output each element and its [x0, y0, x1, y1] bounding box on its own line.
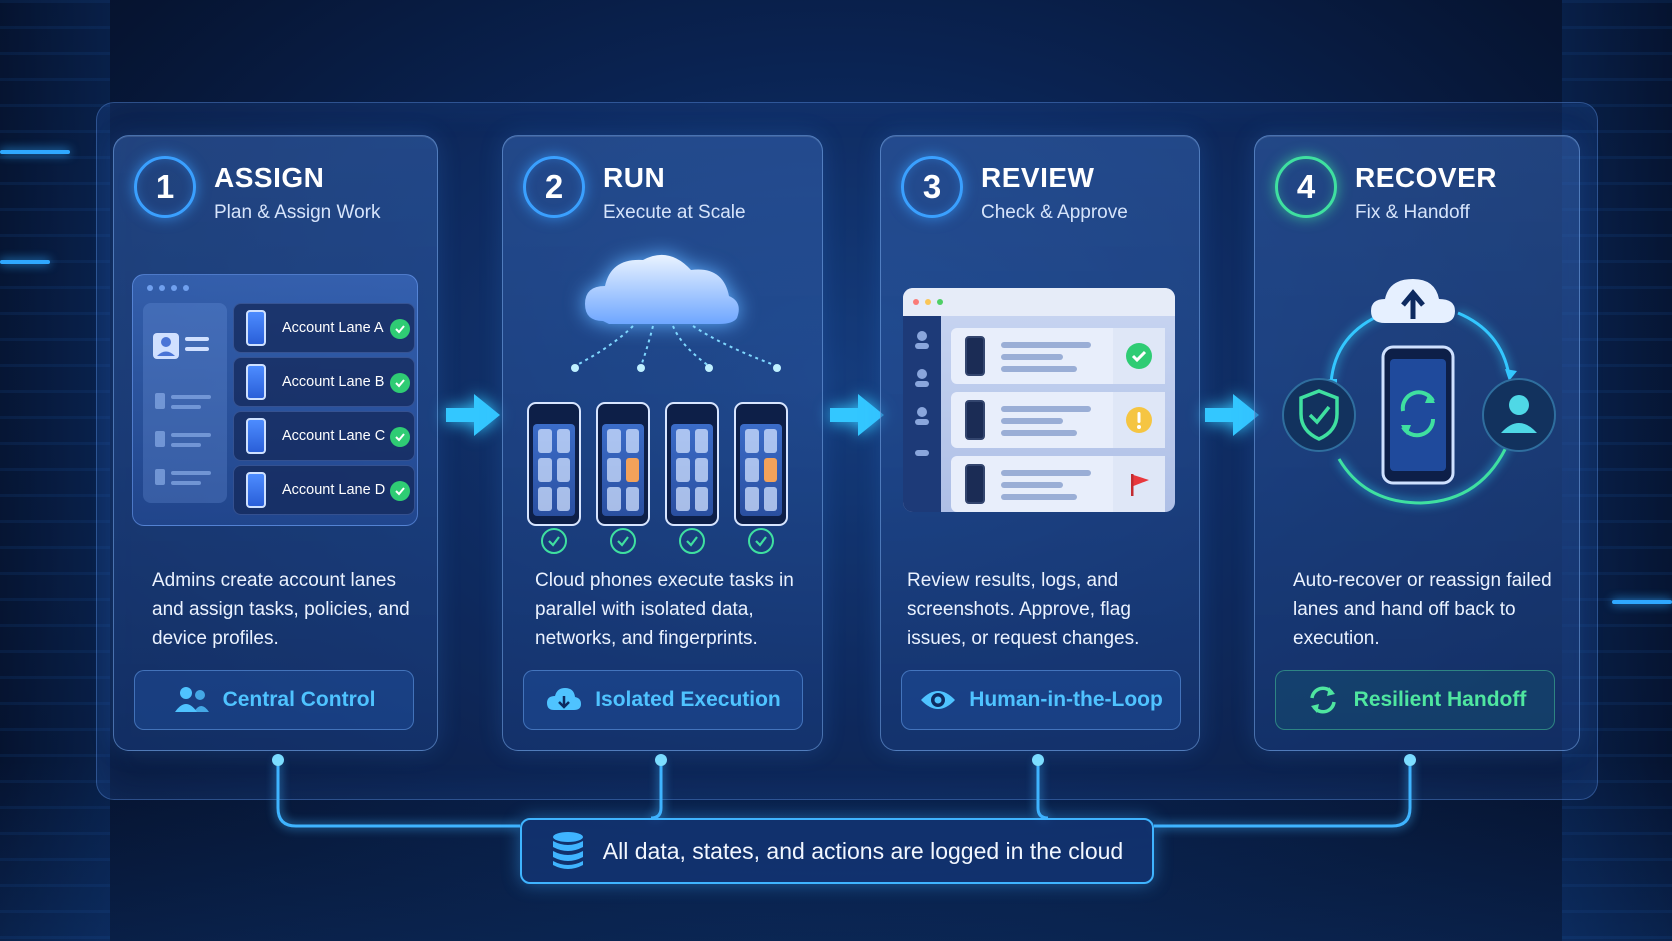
step-card-recover: 4 RECOVER Fix & Handoff Auto-recover or …: [1254, 135, 1580, 751]
approved-icon: [1126, 343, 1152, 369]
step-description: Auto-recover or reassign failed lanes an…: [1293, 570, 1552, 649]
step-title: ASSIGN: [214, 162, 325, 193]
flow-arrow: [1203, 390, 1261, 440]
step-title: RUN: [603, 162, 666, 193]
users-icon: [174, 687, 209, 712]
step-subtitle: Fix & Handoff: [1355, 202, 1470, 223]
check-circle-icon: [541, 528, 567, 554]
review-sidebar: [903, 316, 941, 512]
step-card-run: 2 RUN Execute at Scale Cloud phones exec…: [502, 135, 823, 751]
badge-label: Central Control: [222, 688, 376, 711]
warning-icon: [1126, 407, 1152, 433]
check-icon: [390, 481, 410, 501]
central-control-badge[interactable]: Central Control: [134, 670, 414, 730]
eye-icon: [921, 691, 956, 709]
log-bar-text: All data, states, and actions are logged…: [602, 837, 1124, 864]
phone-icon: [246, 364, 266, 400]
account-lane[interactable]: Account Lane A: [233, 303, 415, 353]
step-card-review: 3 REVIEW Check & Approve Review results,…: [880, 135, 1200, 751]
step-number: 1: [134, 156, 196, 218]
bg-light: [0, 260, 50, 264]
step-description: Admins create account lanes and assign t…: [152, 570, 410, 649]
account-lane[interactable]: Account Lane C: [233, 411, 415, 461]
flow-arrow: [828, 390, 886, 440]
cloud-phone: [527, 402, 581, 526]
review-row[interactable]: [951, 328, 1165, 384]
phone-icon: [246, 472, 266, 508]
step-card-assign: 1 ASSIGN Plan & Assign Work Account Lane: [113, 135, 438, 751]
review-row[interactable]: [951, 456, 1165, 512]
check-icon: [390, 319, 410, 339]
shield-icon: [1282, 378, 1356, 452]
check-circle-icon: [748, 528, 774, 554]
user-profile-icon: [153, 333, 211, 485]
profile-sidebar: [143, 303, 227, 503]
cloud-phone: [734, 402, 788, 526]
phone-sync-icon: [1381, 345, 1455, 485]
cloud-log-bar: All data, states, and actions are logged…: [520, 818, 1154, 884]
bg-light: [0, 150, 70, 154]
flow-arrow: [444, 390, 502, 440]
step-number: 2: [523, 156, 585, 218]
lane-label: Account Lane C: [282, 428, 386, 444]
badge-label: Human-in-the-Loop: [969, 688, 1163, 711]
badge-label: Isolated Execution: [595, 688, 781, 711]
step-subtitle: Execute at Scale: [603, 202, 746, 223]
cloud-upload-icon: [1371, 279, 1455, 323]
check-circle-icon: [679, 528, 705, 554]
step-description: Cloud phones execute tasks in parallel w…: [535, 570, 794, 649]
step-number: 4: [1275, 156, 1337, 218]
step-subtitle: Plan & Assign Work: [214, 202, 381, 223]
lane-label: Account Lane B: [282, 374, 385, 390]
step-description: Review results, logs, and screenshots. A…: [907, 570, 1140, 649]
step-title: RECOVER: [1355, 162, 1497, 193]
database-icon: [552, 832, 583, 869]
account-lane[interactable]: Account Lane B: [233, 357, 415, 407]
user-icon: [915, 331, 929, 456]
user-icon: [1482, 378, 1556, 452]
lane-assignment-panel: Account Lane A Account Lane B Account La…: [132, 274, 418, 526]
resilient-handoff-badge[interactable]: Resilient Handoff: [1275, 670, 1555, 730]
phone-icon: [246, 310, 266, 346]
cloud-download-icon: [547, 688, 582, 710]
check-icon: [390, 427, 410, 447]
bg-light: [1612, 600, 1672, 604]
check-circle-icon: [610, 528, 636, 554]
isolated-execution-badge[interactable]: Isolated Execution: [523, 670, 803, 730]
phone-icon: [246, 418, 266, 454]
flag-icon: [1131, 474, 1149, 496]
refresh-icon: [1309, 686, 1336, 714]
account-lane[interactable]: Account Lane D: [233, 465, 415, 515]
cloud-phone: [665, 402, 719, 526]
step-number: 3: [901, 156, 963, 218]
review-row[interactable]: [951, 392, 1165, 448]
check-icon: [390, 373, 410, 393]
lane-label: Account Lane D: [282, 482, 386, 498]
review-panel: [903, 288, 1175, 512]
badge-label: Resilient Handoff: [1353, 688, 1527, 711]
step-subtitle: Check & Approve: [981, 202, 1128, 223]
lane-label: Account Lane A: [282, 320, 384, 336]
step-title: REVIEW: [981, 162, 1095, 193]
cloud-icon: [571, 254, 781, 372]
human-in-the-loop-badge[interactable]: Human-in-the-Loop: [901, 670, 1181, 730]
cloud-phone: [596, 402, 650, 526]
recovery-loop-diagram: [1282, 279, 1556, 505]
